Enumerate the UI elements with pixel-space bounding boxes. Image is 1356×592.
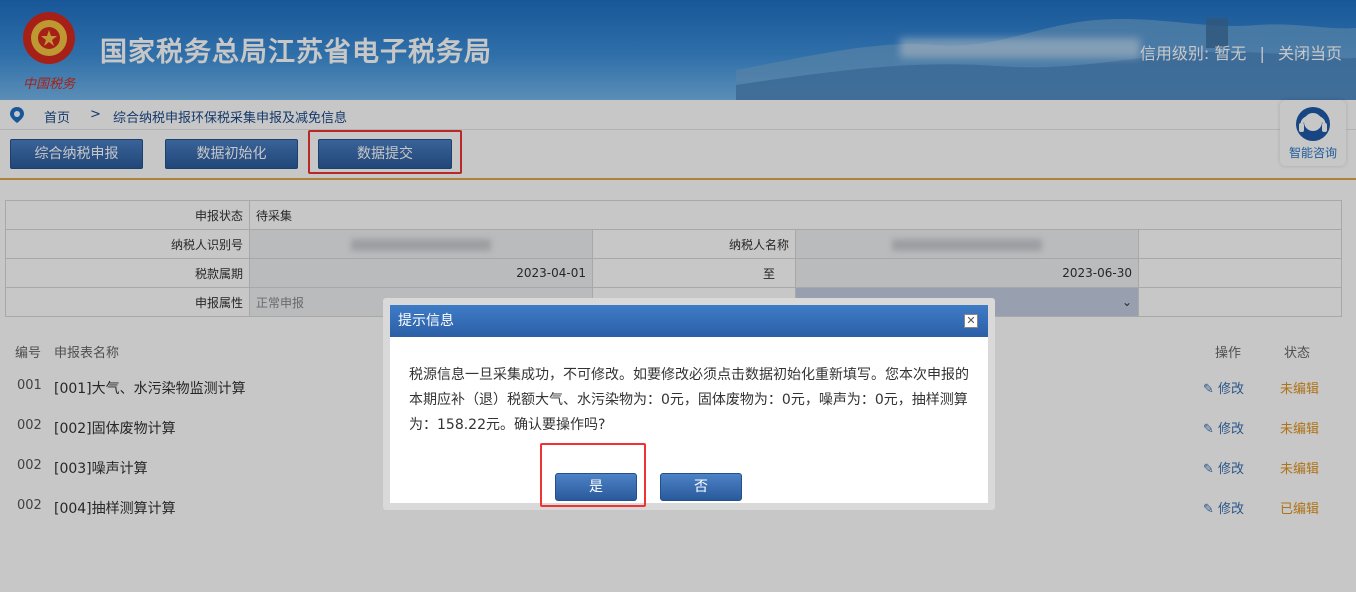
dialog-title: 提示信息 ✕ (390, 305, 988, 337)
confirm-dialog: 提示信息 ✕ 税源信息一旦采集成功，不可修改。如要修改必须点击数据初始化重新填写… (383, 298, 995, 510)
dialog-body: 提示信息 ✕ 税源信息一旦采集成功，不可修改。如要修改必须点击数据初始化重新填写… (390, 305, 988, 503)
dialog-title-text: 提示信息 (398, 313, 454, 329)
confirm-no-button[interactable]: 否 (660, 473, 742, 501)
yes-highlight-box (540, 443, 646, 507)
close-icon[interactable]: ✕ (964, 314, 978, 328)
dialog-message: 税源信息一旦采集成功，不可修改。如要修改必须点击数据初始化重新填写。您本次申报的… (409, 367, 969, 433)
